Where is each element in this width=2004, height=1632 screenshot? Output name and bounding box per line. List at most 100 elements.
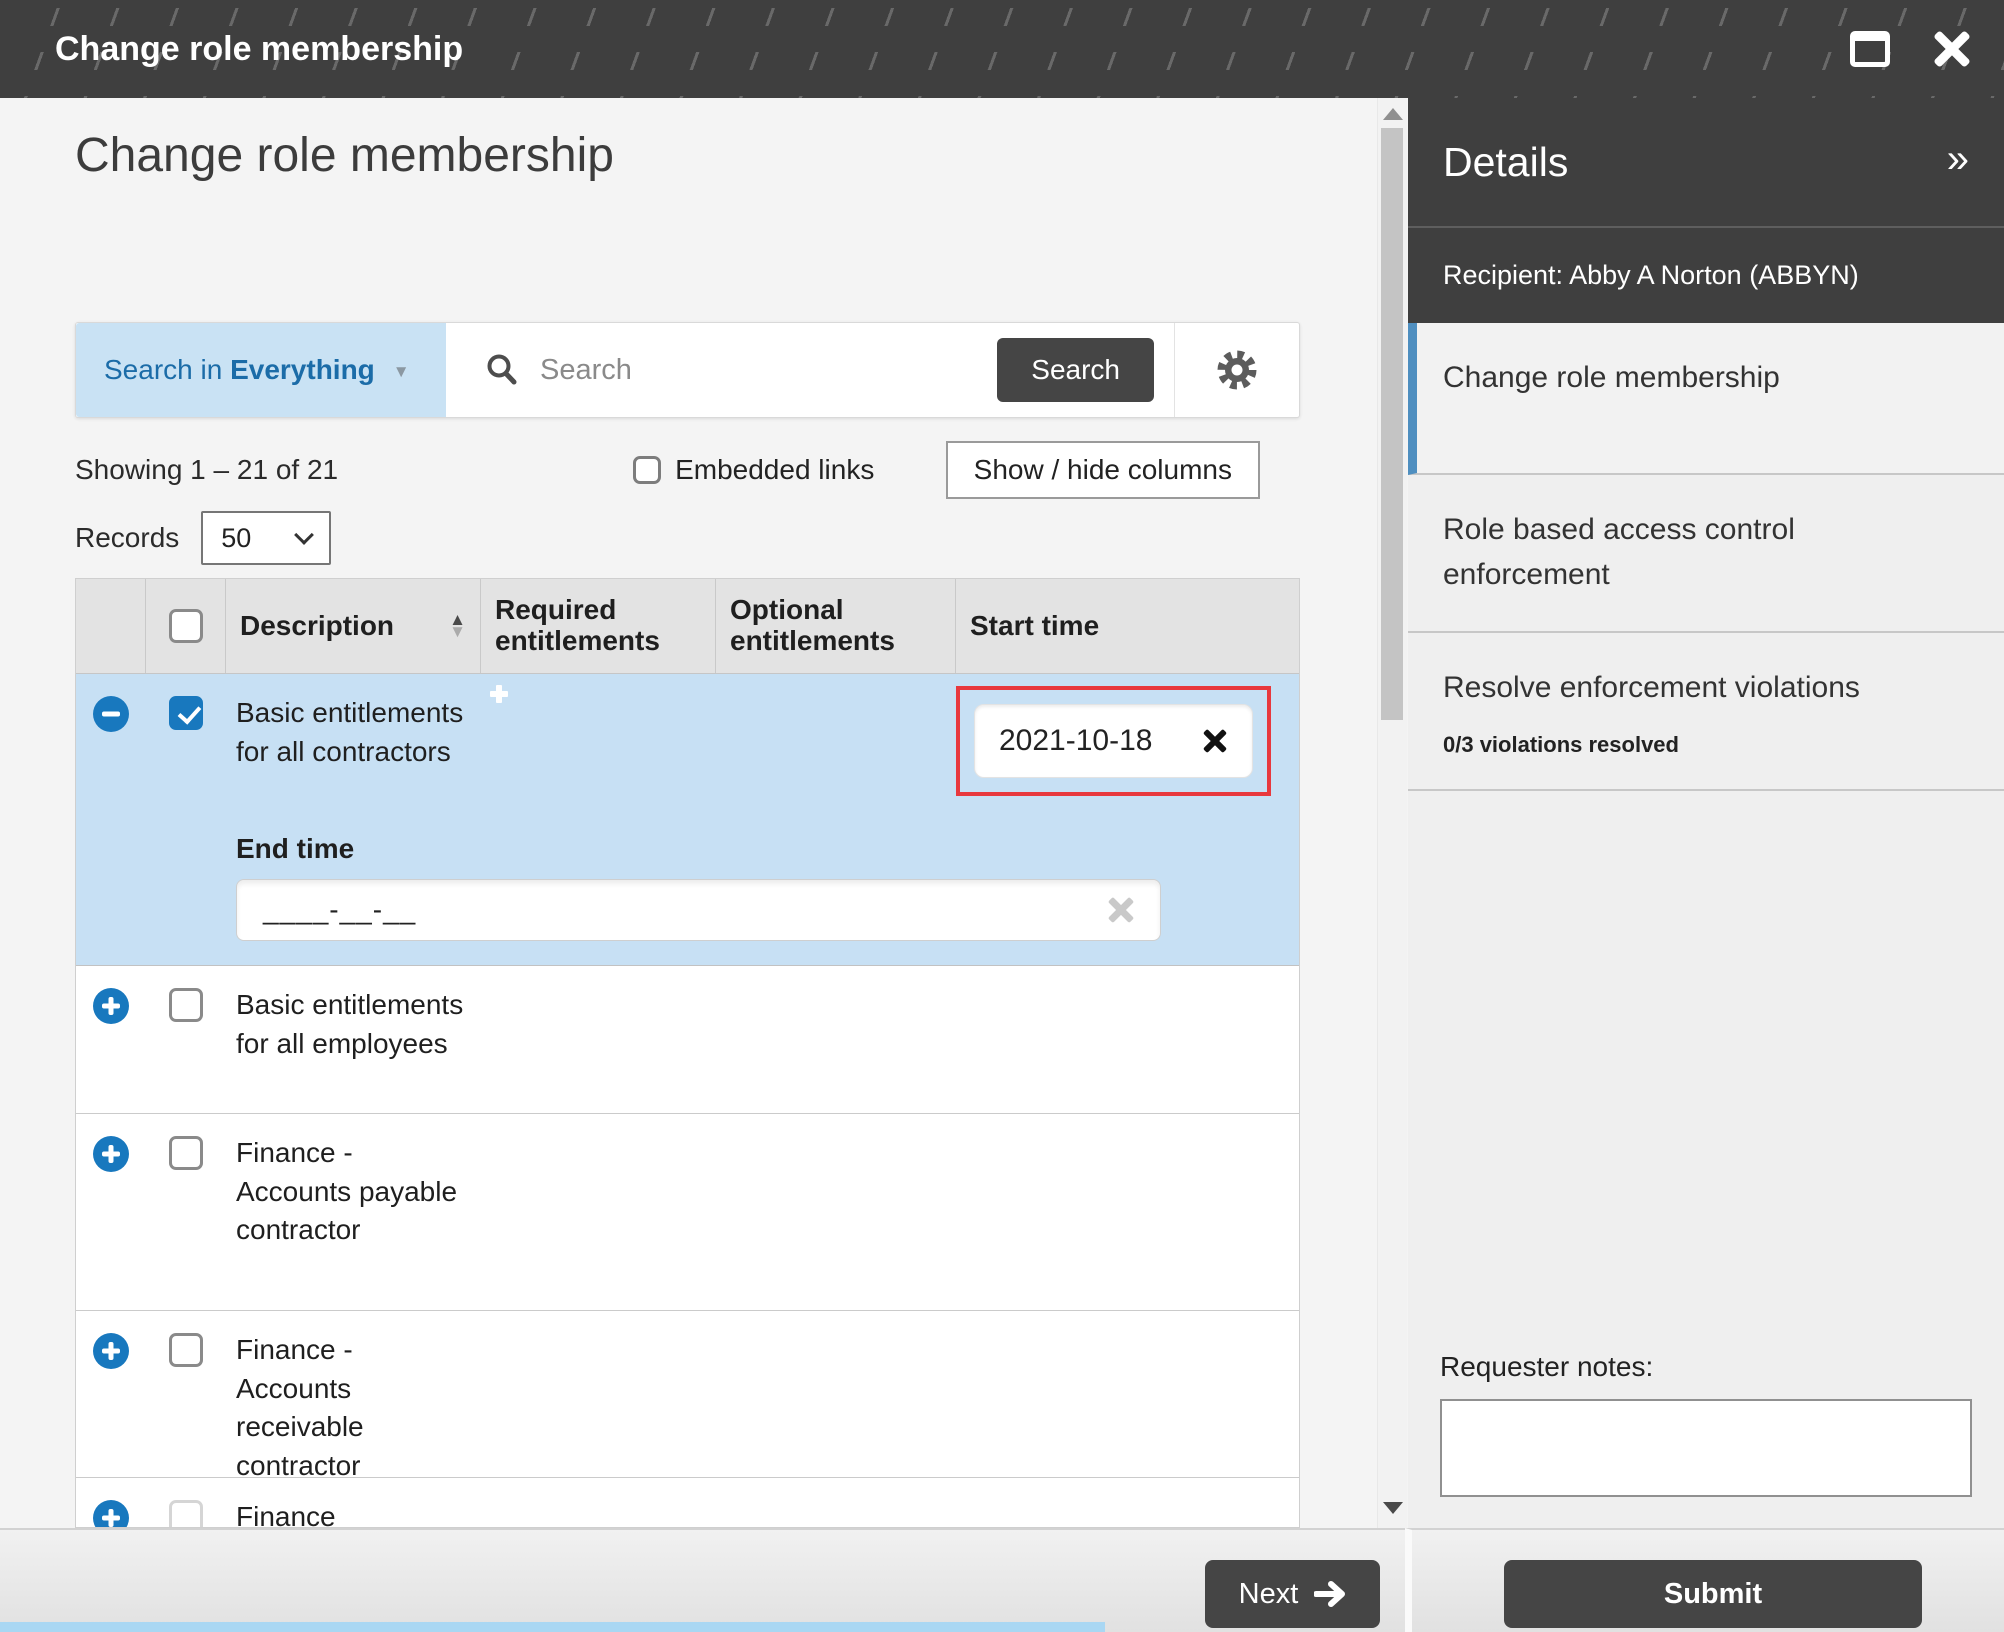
search-scope-label: Search in Everything	[104, 354, 375, 386]
sidebar-title-row: Details »	[1408, 98, 2004, 228]
maximize-button[interactable]	[1840, 19, 1900, 79]
main-footer: Next	[0, 1528, 1405, 1632]
close-button[interactable]	[1922, 19, 1982, 79]
records-row: Records 50	[75, 510, 331, 566]
row-description: Finance	[226, 1478, 481, 1528]
row-description: Finance - Accounts receivable contractor	[226, 1311, 481, 1500]
embedded-links-toggle[interactable]: Embedded links	[633, 454, 874, 486]
end-time-value: ____-__-__	[263, 894, 416, 926]
requester-notes-input[interactable]	[1440, 1399, 1972, 1497]
clear-end-time-icon[interactable]	[1108, 897, 1134, 923]
end-time-label: End time	[236, 833, 1299, 865]
selected-row-group: Basic entitlements for all contractors 2…	[76, 674, 1299, 966]
start-time-input[interactable]: 2021-10-18	[974, 704, 1253, 778]
expander-cell	[76, 1311, 146, 1500]
table-row: Finance	[76, 1478, 1299, 1528]
collapse-sidebar-icon[interactable]: »	[1947, 139, 1969, 185]
table-header-row: Description ▲ ▼ Required entitlements Op…	[76, 579, 1299, 674]
search-button[interactable]: Search	[997, 338, 1154, 402]
row-checkbox[interactable]	[169, 988, 203, 1022]
dialog-titlebar: Change role membership	[0, 0, 2004, 98]
required-entitlements-cell	[481, 1114, 716, 1310]
search-input[interactable]	[540, 354, 997, 387]
checkbox-cell	[146, 674, 226, 819]
search-icon	[484, 352, 520, 388]
table-row: Finance - Accounts payable contractor	[76, 1114, 1299, 1311]
select-all-checkbox[interactable]	[169, 609, 203, 643]
expander-cell	[76, 966, 146, 1113]
required-entitlements-cell	[481, 1478, 716, 1528]
scroll-down-icon[interactable]	[1383, 1502, 1403, 1514]
description-column-header[interactable]: Description ▲ ▼	[226, 579, 481, 673]
expand-row-icon[interactable]	[93, 988, 129, 1024]
clear-start-time-icon[interactable]	[1202, 728, 1228, 754]
page-title: Change role membership	[75, 128, 614, 183]
row-checkbox[interactable]	[169, 1136, 203, 1170]
dialog-title: Change role membership	[55, 30, 463, 69]
row-checkbox-checked[interactable]	[169, 696, 203, 730]
sidebar-title: Details	[1443, 139, 1568, 186]
search-scope-dropdown[interactable]: Search in Everything ▼	[76, 323, 446, 417]
vertical-scrollbar[interactable]	[1377, 98, 1407, 1528]
sidebar-item-resolve-enforcement-violations[interactable]: Resolve enforcement violations 0/3 viola…	[1408, 633, 2004, 791]
next-button[interactable]: Next	[1205, 1560, 1380, 1628]
expander-column-header	[76, 579, 146, 673]
expand-row-icon[interactable]	[93, 1500, 129, 1528]
row-description: Finance - Accounts payable contractor	[226, 1114, 481, 1310]
scroll-up-icon[interactable]	[1383, 108, 1403, 120]
start-time-cell	[956, 1114, 1299, 1310]
start-time-cell	[956, 966, 1299, 1113]
end-time-subrow: End time ____-__-__	[76, 819, 1299, 965]
highlight-annotation-box: 2021-10-18	[956, 686, 1271, 796]
optional-entitlements-cell	[716, 1478, 956, 1528]
checkbox-cell	[146, 966, 226, 1113]
required-entitlements-column-header: Required entitlements	[481, 579, 716, 673]
optional-entitlements-cell	[716, 1311, 956, 1500]
search-scope-value: Everything	[230, 354, 375, 385]
requester-notes-block: Requester notes:	[1408, 1351, 2004, 1502]
chevron-down-icon	[294, 525, 314, 545]
select-all-cell	[146, 579, 226, 673]
checkbox-cell	[146, 1114, 226, 1310]
start-time-cell	[956, 1311, 1299, 1500]
optional-entitlements-cell	[716, 966, 956, 1113]
maximize-icon	[1850, 31, 1890, 67]
search-settings-button[interactable]	[1174, 323, 1299, 417]
recipient-label: Recipient: Abby A Norton (ABBYN)	[1443, 260, 1859, 291]
bottom-accent-strip	[0, 1622, 1105, 1632]
scrollbar-thumb[interactable]	[1381, 128, 1403, 720]
end-time-input[interactable]: ____-__-__	[236, 879, 1161, 941]
sidebar-item-change-role-membership[interactable]: Change role membership	[1408, 323, 2004, 475]
close-icon	[1932, 29, 1972, 69]
results-count: Showing 1 – 21 of 21	[75, 454, 338, 486]
start-time-column-header: Start time	[956, 579, 1299, 673]
sidebar-header: Details » Recipient: Abby A Norton (ABBY…	[1408, 98, 2004, 323]
row-checkbox[interactable]	[169, 1500, 203, 1528]
embedded-links-label: Embedded links	[675, 454, 874, 486]
results-meta-row: Showing 1 – 21 of 21 Embedded links Show…	[75, 440, 1300, 500]
optional-entitlements-column-header: Optional entitlements	[716, 579, 956, 673]
gear-icon	[1213, 346, 1261, 394]
main-panel: Change role membership Search in Everyth…	[0, 98, 1377, 1528]
violations-status: 0/3 violations resolved	[1443, 732, 1954, 758]
table-row: Finance - Accounts receivable contractor	[76, 1311, 1299, 1478]
requester-notes-label: Requester notes:	[1440, 1351, 1972, 1383]
submit-button[interactable]: Submit	[1504, 1560, 1922, 1628]
start-time-value: 2021-10-18	[999, 724, 1152, 758]
row-checkbox[interactable]	[169, 1333, 203, 1367]
sidebar-item-role-based-access-control[interactable]: Role based access control enforcement	[1408, 475, 2004, 633]
embedded-links-checkbox[interactable]	[633, 456, 661, 484]
show-hide-columns-button[interactable]: Show / hide columns	[946, 441, 1260, 499]
collapse-row-icon[interactable]	[93, 696, 129, 732]
checkbox-cell	[146, 1311, 226, 1500]
records-selected-value: 50	[221, 523, 251, 554]
expand-row-icon[interactable]	[93, 1333, 129, 1369]
sidebar-footer: Submit	[1405, 1528, 2004, 1632]
expand-row-icon[interactable]	[93, 1136, 129, 1172]
records-per-page-select[interactable]: 50	[201, 511, 331, 565]
expander-cell	[76, 674, 146, 819]
table-row: Basic entitlements for all employees	[76, 966, 1299, 1114]
sort-toggle[interactable]: ▲ ▼	[441, 614, 466, 638]
required-entitlements-cell	[481, 1311, 716, 1500]
expander-cell	[76, 1478, 146, 1528]
